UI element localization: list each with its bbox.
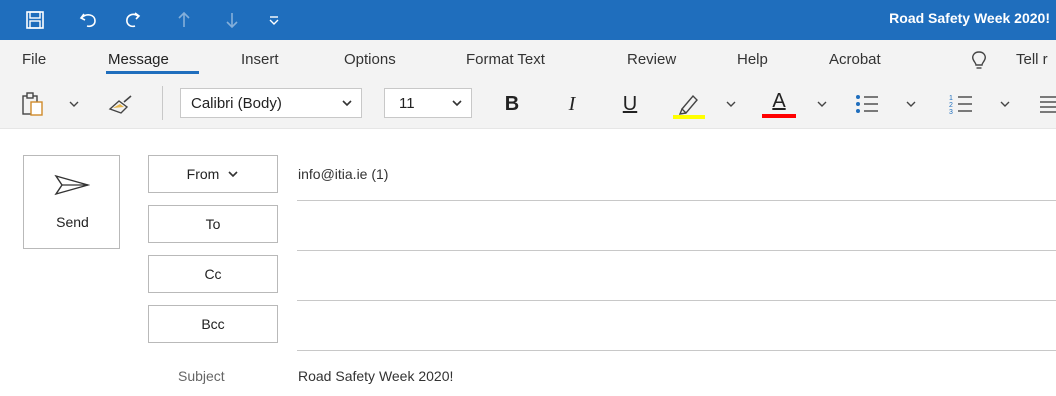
font-size-dropdown[interactable]: 11 <box>384 88 472 118</box>
tab-format-text[interactable]: Format Text <box>466 51 545 68</box>
align-icon[interactable] <box>1036 90 1056 118</box>
tab-acrobat[interactable]: Acrobat <box>829 51 881 68</box>
redo-icon[interactable] <box>120 6 146 34</box>
from-label: From <box>186 166 220 182</box>
save-icon[interactable] <box>22 6 48 34</box>
tab-help[interactable]: Help <box>737 51 768 68</box>
lightbulb-icon[interactable] <box>970 50 988 77</box>
send-button[interactable]: Send <box>23 155 120 249</box>
cc-line <box>297 300 1056 301</box>
from-value: info@itia.ie (1) <box>298 166 389 182</box>
bullets-options-chevron-icon[interactable] <box>904 96 918 112</box>
bcc-button[interactable]: Bcc <box>148 305 278 343</box>
previous-item-icon <box>174 6 194 34</box>
svg-text:3: 3 <box>949 109 953 115</box>
send-label: Send <box>56 214 89 230</box>
bullets-icon[interactable] <box>852 90 882 118</box>
cc-button[interactable]: Cc <box>148 255 278 293</box>
next-item-icon <box>222 6 242 34</box>
tab-file[interactable]: File <box>22 51 46 68</box>
bcc-line <box>297 350 1056 351</box>
font-color-label: A <box>772 90 786 112</box>
to-line <box>297 250 1056 251</box>
chevron-down-icon <box>227 169 239 179</box>
font-color-button[interactable]: A <box>762 88 796 120</box>
font-color-swatch <box>762 114 796 118</box>
tab-insert[interactable]: Insert <box>241 51 279 68</box>
font-size-value: 11 <box>399 94 415 112</box>
send-icon <box>54 174 91 201</box>
highlight-options-chevron-icon[interactable] <box>724 96 738 112</box>
active-tab-indicator <box>106 71 199 74</box>
font-name-dropdown[interactable]: Calibri (Body) <box>180 88 362 118</box>
subject-field[interactable]: Road Safety Week 2020! <box>298 368 453 384</box>
italic-button[interactable]: I <box>560 90 584 118</box>
paste-options-chevron-icon[interactable] <box>66 96 82 112</box>
tab-options[interactable]: Options <box>344 51 396 68</box>
tab-review[interactable]: Review <box>627 51 676 68</box>
chevron-down-icon <box>451 96 463 113</box>
undo-icon[interactable] <box>76 6 102 34</box>
svg-text:2: 2 <box>949 102 953 109</box>
paste-icon[interactable] <box>18 89 48 119</box>
tab-message[interactable]: Message <box>108 51 169 68</box>
to-button[interactable]: To <box>148 205 278 243</box>
ribbon-tabs: File Message Insert Options Format Text … <box>0 40 1056 80</box>
title-bar: Road Safety Week 2020! <box>0 0 1056 40</box>
toolbar-separator <box>162 86 163 120</box>
window-title: Road Safety Week 2020! <box>889 10 1050 26</box>
svg-text:1: 1 <box>949 95 953 102</box>
tab-tell-me[interactable]: Tell r <box>1016 51 1048 68</box>
customize-toolbar-icon[interactable] <box>266 6 282 34</box>
from-button[interactable]: From <box>148 155 278 193</box>
bold-button[interactable]: B <box>500 90 524 118</box>
font-color-options-chevron-icon[interactable] <box>815 96 829 112</box>
subject-label: Subject <box>178 368 225 384</box>
from-line <box>297 200 1056 201</box>
highlight-icon[interactable] <box>672 88 706 120</box>
format-painter-icon[interactable] <box>104 89 138 119</box>
font-name-value: Calibri (Body) <box>191 94 282 112</box>
ribbon-toolbar <box>0 80 1056 129</box>
chevron-down-icon <box>341 96 353 113</box>
numbering-options-chevron-icon[interactable] <box>998 96 1012 112</box>
underline-button[interactable]: U <box>618 90 642 118</box>
numbering-icon[interactable]: 123 <box>946 90 976 118</box>
